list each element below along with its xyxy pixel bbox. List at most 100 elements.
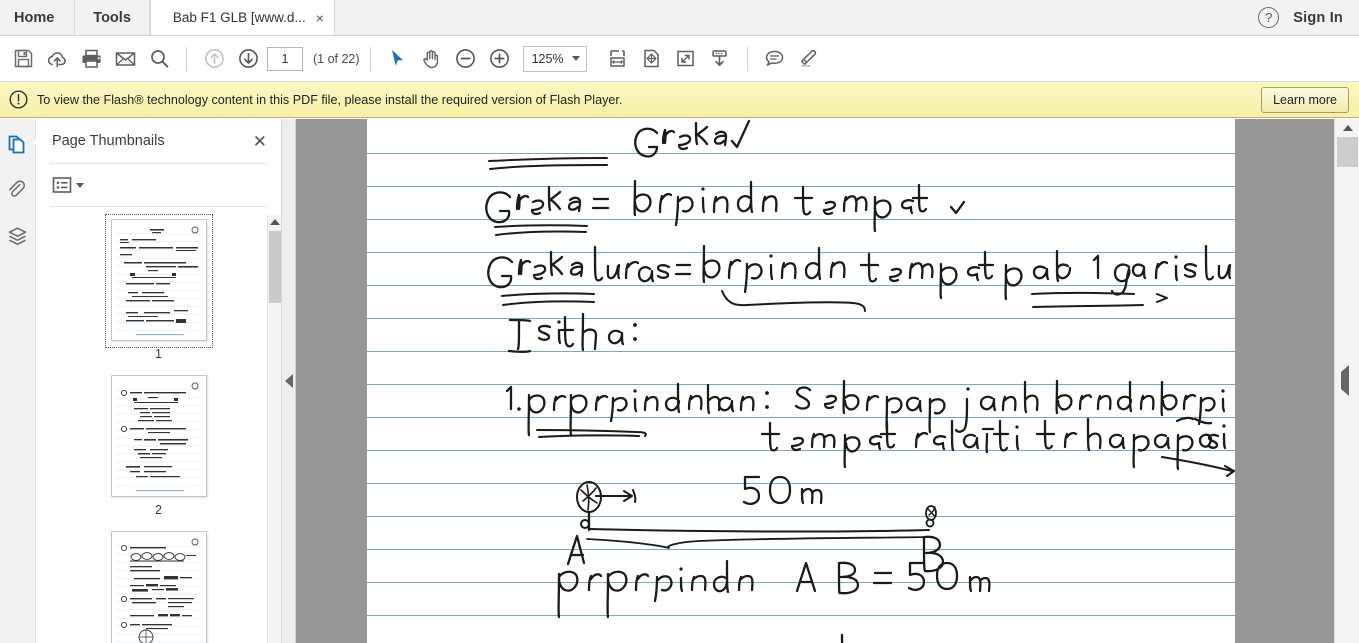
previous-page-button[interactable]	[197, 42, 231, 76]
hand-tool-button[interactable]	[415, 42, 449, 76]
titlebar-right-group: ? Sign In	[1258, 0, 1359, 35]
document-viewport[interactable]	[296, 119, 1334, 643]
cursor-arrow-icon	[392, 50, 404, 66]
highlight-button[interactable]	[792, 42, 826, 76]
fullscreen-icon	[677, 50, 694, 67]
zoom-in-button[interactable]	[483, 42, 517, 76]
chevron-down-icon	[571, 56, 580, 61]
upload-button[interactable]	[40, 42, 74, 76]
workspace: Page Thumbnails ✕ 1 2	[0, 119, 1359, 643]
search-button[interactable]	[142, 42, 176, 76]
list-item[interactable]: 3	[36, 531, 281, 643]
thumbnail-preview-icon	[111, 220, 206, 340]
chevron-up-icon	[269, 219, 280, 225]
menu-tab-tools[interactable]: Tools	[75, 0, 150, 35]
print-button[interactable]	[74, 42, 108, 76]
rail-page-thumbnails[interactable]	[3, 129, 40, 159]
arrow-down-circle-icon	[238, 49, 258, 68]
layers-icon	[8, 226, 27, 245]
toolbar-separator	[746, 46, 748, 71]
scrollbar-thumb[interactable]	[1337, 137, 1358, 167]
fit-width-button[interactable]	[601, 42, 635, 76]
thumbnails-header: Page Thumbnails ✕	[36, 119, 281, 163]
triangle-left-icon	[1341, 365, 1349, 396]
rail-layers[interactable]	[3, 221, 33, 251]
toolbar-separator	[186, 46, 187, 71]
handwritten-notes	[485, 119, 1235, 643]
save-icon	[14, 49, 32, 68]
document-tab[interactable]: Bab F1 GLB [www.d... ×	[149, 0, 335, 35]
envelope-icon	[115, 52, 135, 66]
fit-page-button[interactable]	[635, 42, 669, 76]
chevron-up-icon	[1342, 124, 1353, 131]
document-tab-label: Bab F1 GLB [www.d...	[172, 10, 306, 25]
scroll-down-icon	[712, 50, 727, 66]
menu-tab-tools-label: Tools	[93, 9, 131, 26]
thumbnails-toolbar	[36, 164, 281, 206]
list-options-icon	[52, 176, 72, 193]
page-number-input[interactable]: 1	[267, 46, 303, 71]
thumbnail-preview-icon	[111, 532, 206, 643]
thumbnail-options-button[interactable]	[52, 176, 84, 195]
scroll-up-button[interactable]	[268, 215, 281, 229]
page-title: Page Thumbnails	[52, 133, 165, 149]
thumbnail-page-2[interactable]	[110, 375, 207, 497]
rail-attachments[interactable]	[3, 175, 33, 205]
zoom-level-value: 125%	[531, 51, 564, 66]
search-icon	[150, 50, 168, 68]
next-page-button[interactable]	[231, 42, 265, 76]
scroll-mode-button[interactable]	[703, 42, 737, 76]
thumbnails-scrollbar[interactable]	[267, 215, 281, 643]
scrollbar-thumb[interactable]	[269, 231, 281, 303]
warning-circle-icon	[9, 90, 28, 109]
zoom-level-select[interactable]: 125%	[522, 45, 587, 72]
help-glyph: ?	[1265, 10, 1273, 25]
title-bar: Home Tools Bab F1 GLB [www.d... × ? Sign…	[0, 0, 1359, 36]
close-icon[interactable]: ×	[316, 11, 324, 25]
hand-icon	[423, 50, 439, 69]
document-scrollbar[interactable]	[1334, 119, 1359, 643]
page-count-label: (1 of 22)	[313, 51, 360, 66]
select-tool-button[interactable]	[381, 42, 415, 76]
paperclip-icon	[8, 179, 26, 197]
cloud-upload-icon	[47, 52, 66, 68]
page-thumbnails-panel: Page Thumbnails ✕ 1 2	[36, 119, 282, 643]
email-button[interactable]	[108, 42, 142, 76]
thumbnail-page-1[interactable]	[110, 219, 207, 341]
learn-more-button[interactable]: Learn more	[1261, 86, 1349, 113]
menu-tab-home[interactable]: Home	[0, 0, 76, 35]
zoom-out-button[interactable]	[449, 42, 483, 76]
fit-page-icon	[644, 49, 659, 68]
document-page	[367, 119, 1235, 643]
titlebar-spacer	[334, 0, 1259, 35]
thumbnail-preview-icon	[111, 376, 206, 496]
toolbar-separator	[369, 46, 371, 71]
minus-circle-icon	[456, 49, 475, 68]
navigation-rail	[0, 119, 40, 643]
menu-tab-home-label: Home	[14, 9, 55, 26]
thumbnail-number: 2	[155, 503, 162, 517]
fullscreen-button[interactable]	[669, 42, 703, 76]
collapse-right-panel-button[interactable]	[1341, 365, 1349, 396]
main-toolbar: 1 (1 of 22) 125%	[0, 36, 1359, 82]
chevron-down-icon	[76, 182, 84, 188]
save-file-button[interactable]	[6, 42, 40, 76]
arrow-up-circle-icon	[204, 49, 224, 68]
flash-notice-bar: To view the Flash® technology content in…	[0, 82, 1359, 118]
list-item[interactable]: 1	[36, 214, 281, 361]
pages-icon	[8, 135, 25, 153]
print-icon	[82, 49, 100, 68]
collapse-sidebar-button[interactable]	[282, 119, 296, 643]
triangle-left-icon	[284, 374, 293, 388]
thumbnail-page-3[interactable]	[110, 531, 207, 643]
sign-in-button[interactable]: Sign In	[1293, 10, 1343, 26]
comment-button[interactable]	[758, 42, 792, 76]
help-icon[interactable]: ?	[1258, 7, 1280, 28]
scroll-up-button[interactable]	[1335, 119, 1359, 136]
flash-notice-message: To view the Flash® technology content in…	[37, 92, 623, 107]
speech-bubble-icon	[765, 50, 784, 66]
thumbnails-list[interactable]: 1 2	[36, 207, 281, 643]
highlighter-icon	[800, 49, 817, 67]
list-item[interactable]: 2	[36, 375, 281, 517]
close-icon[interactable]: ✕	[253, 133, 267, 150]
